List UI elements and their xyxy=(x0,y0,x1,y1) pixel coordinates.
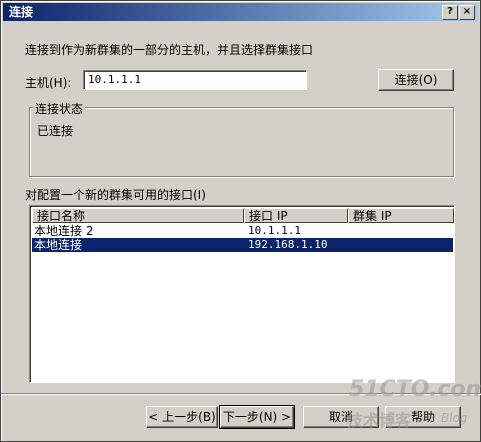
connect-button[interactable]: 连接(O) xyxy=(378,69,454,91)
interface-name: 本地连接 2 xyxy=(34,224,94,238)
column-header-ip[interactable]: 接口 IP xyxy=(244,208,348,223)
back-button[interactable]: < 上一步(B) xyxy=(146,406,218,428)
watermark-blog: Blog xyxy=(441,411,468,425)
interfaces-list[interactable]: 接口名称 接口 IP 群集 IP 本地连接 2 10.1.1.1 本地连接 19… xyxy=(29,205,455,383)
host-label: 主机(H): xyxy=(25,76,72,90)
host-input[interactable]: 10.1.1.1 xyxy=(83,70,307,90)
next-button[interactable]: 下一步(N) > xyxy=(219,405,295,429)
interface-name: 本地连接 xyxy=(34,238,83,252)
connect-dialog: 连接 ? × 连接到作为新群集的一部分的主机，并且选择群集接口 主机(H): 1… xyxy=(0,0,481,442)
watermark-tagline: 技术博客 xyxy=(347,411,412,430)
interface-ip: 192.168.1.10 xyxy=(248,238,328,251)
intro-text: 连接到作为新群集的一部分的主机，并且选择群集接口 xyxy=(25,43,314,57)
close-button[interactable]: × xyxy=(459,5,475,20)
list-item-selected[interactable]: 本地连接 192.168.1.10 xyxy=(32,238,453,252)
column-header-cluster-ip[interactable]: 群集 IP xyxy=(348,208,454,223)
connection-status-label: 连接状态 xyxy=(33,100,86,117)
window-title: 连接 xyxy=(9,5,34,19)
watermark-site: 51CTO.com xyxy=(349,377,481,402)
connection-status-group xyxy=(29,107,454,177)
help-title-button[interactable]: ? xyxy=(442,5,458,20)
list-item[interactable]: 本地连接 2 10.1.1.1 xyxy=(32,224,453,238)
column-header-name[interactable]: 接口名称 xyxy=(32,208,244,223)
interface-ip: 10.1.1.1 xyxy=(248,224,301,237)
title-bar: 连接 ? × xyxy=(3,3,478,21)
interfaces-label: 对配置一个新的群集可用的接口(I) xyxy=(25,188,206,202)
connection-status-text: 已连接 xyxy=(37,124,74,138)
